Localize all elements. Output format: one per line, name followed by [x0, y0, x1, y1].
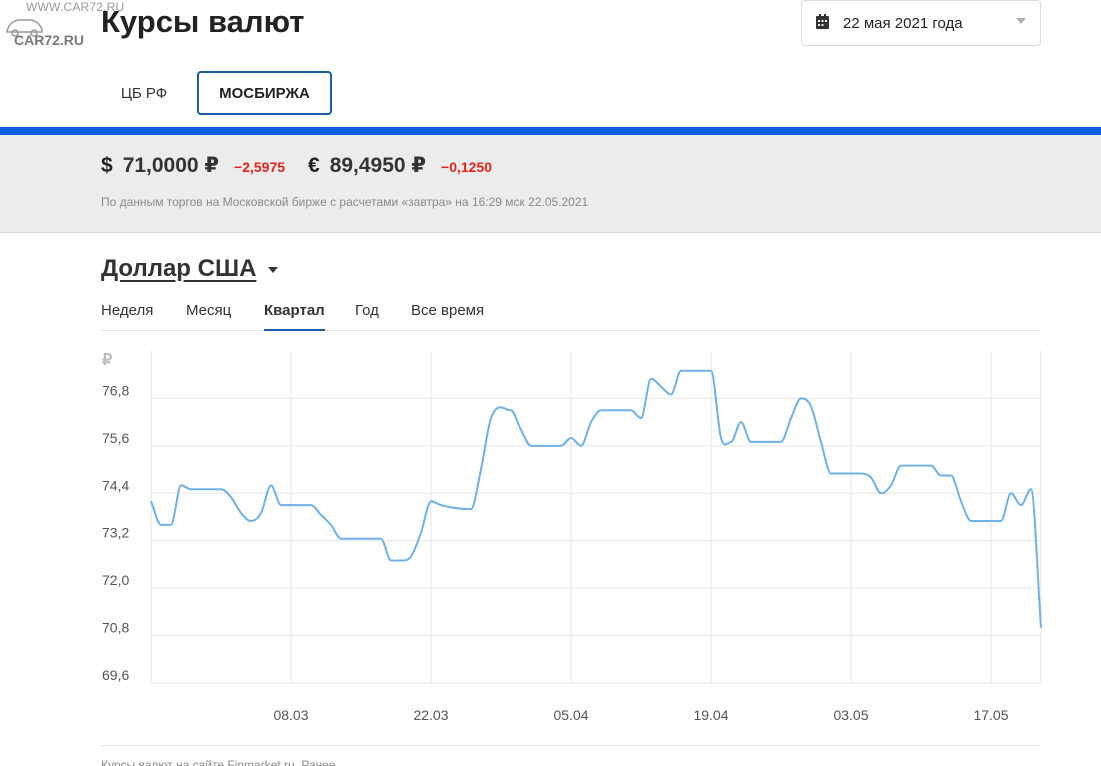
- euro-icon: €: [308, 154, 320, 177]
- page-title: Курсы валют: [101, 4, 305, 39]
- watermark-brand: CAR72.RU: [14, 32, 85, 48]
- tab-all-time[interactable]: Все время: [411, 302, 484, 331]
- usd-rate-value: 71,0000 ₽: [122, 154, 220, 177]
- usd-rate: $ 71,0000 ₽ −2,5975: [101, 153, 285, 178]
- tab-moex[interactable]: МОСБИРЖА: [197, 71, 332, 115]
- y-tick-label: 74,4: [102, 477, 129, 493]
- chevron-down-icon: [1016, 18, 1026, 24]
- x-tick-label: 22.03: [413, 707, 448, 723]
- y-tick-label: 70,8: [102, 620, 129, 636]
- date-picker[interactable]: 22 мая 2021 года: [801, 0, 1041, 46]
- footer-text: Курсы валют на сайте Finmarket.ru. Ранее: [101, 758, 336, 766]
- dollar-icon: $: [101, 154, 113, 177]
- tab-cbrf[interactable]: ЦБ РФ: [101, 71, 187, 115]
- caret-down-icon: [268, 267, 279, 273]
- y-tick-label: 72,0: [102, 572, 129, 588]
- y-tick-label: 73,2: [102, 525, 129, 541]
- rates-panel: $ 71,0000 ₽ −2,5975 € 89,4950 ₽ −0,1250 …: [0, 135, 1101, 233]
- x-tick-label: 05.04: [553, 707, 588, 723]
- currency-name: Доллар США: [101, 255, 257, 282]
- y-tick-label: 75,6: [102, 430, 129, 446]
- tab-week[interactable]: Неделя: [101, 302, 153, 331]
- x-tick-label: 17.05: [973, 707, 1008, 723]
- eur-rate-value: 89,4950 ₽: [329, 154, 427, 177]
- currency-selector[interactable]: Доллар США: [101, 255, 279, 283]
- x-tick-label: 03.05: [833, 707, 868, 723]
- tab-quarter[interactable]: Квартал: [264, 302, 325, 331]
- accent-divider: [0, 127, 1101, 135]
- y-axis-unit: ₽: [102, 352, 112, 369]
- rate-chart: 76,8 75,6 74,4 73,2 72,0 70,8 69,6 ₽08.03 22.03 0…: [90, 340, 1060, 730]
- y-tick-label: 69,6: [102, 667, 129, 683]
- site-watermark: WWW.CAR72.RU CAR72.RU: [4, 0, 124, 52]
- rates-source-note: По данным торгов на Московской бирже с р…: [101, 195, 589, 209]
- eur-rate-change: −0,1250: [441, 159, 493, 175]
- calendar-icon: [816, 14, 829, 29]
- eur-rate: € 89,4950 ₽ −0,1250: [308, 153, 492, 178]
- period-tabs: Неделя Месяц Квартал Год Все время: [101, 296, 1041, 331]
- rate-chart-svg: 76,8 75,6 74,4 73,2 72,0 70,8 69,6 ₽08.03 22.03 0…: [102, 351, 1042, 723]
- date-value: 22 мая 2021 года: [843, 15, 963, 32]
- bottom-divider: [101, 745, 1041, 746]
- y-tick-label: 76,8: [102, 382, 129, 398]
- usd-rate-line: [150, 369, 1042, 628]
- x-tick-label: 19.04: [693, 707, 728, 723]
- tab-year[interactable]: Год: [355, 302, 379, 331]
- x-tick-label: 08.03: [273, 707, 308, 723]
- tab-month[interactable]: Месяц: [186, 302, 231, 331]
- usd-rate-change: −2,5975: [234, 159, 286, 175]
